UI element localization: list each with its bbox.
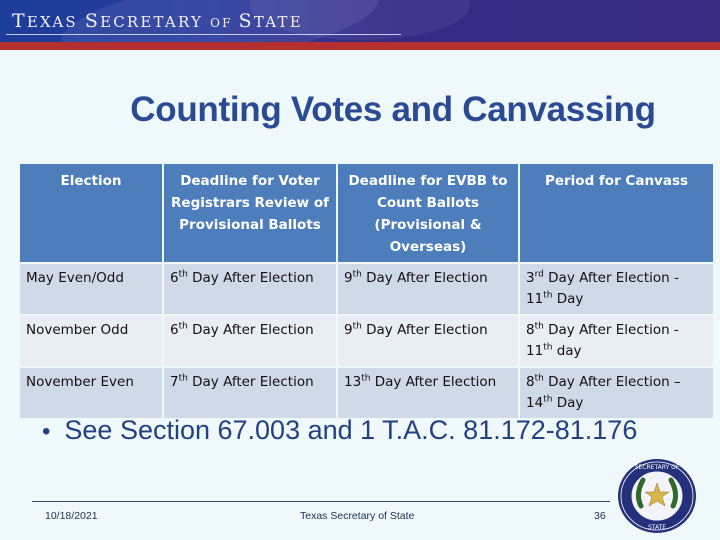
slide-number: 36: [594, 510, 606, 522]
slide-title: Counting Votes and Canvassing: [130, 90, 656, 129]
footer-date: 10/18/2021: [45, 510, 98, 522]
cell-evbb: 13th Day After Election: [338, 368, 518, 418]
cell-evbb: 9th Day After Election: [338, 264, 518, 314]
cell-canvass: 8th Day After Election - 11th day: [520, 316, 713, 366]
footer-divider: [32, 501, 610, 502]
cell-registrar: 6th Day After Election: [164, 264, 336, 314]
footer-organization: Texas Secretary of State: [300, 510, 415, 522]
header-banner: TEXAS SECRETARY OF STATE: [0, 0, 720, 42]
column-header-canvass-period: Period for Canvass: [520, 164, 713, 262]
table-row: May Even/Odd 6th Day After Election 9th …: [20, 264, 713, 314]
texas-seal-icon: SECRETARY OF STATE: [618, 459, 696, 533]
table-header-row: Election Deadline for Voter Registrars R…: [20, 164, 713, 262]
cell-evbb: 9th Day After Election: [338, 316, 518, 366]
cell-registrar: 6th Day After Election: [164, 316, 336, 366]
table-row: November Odd 6th Day After Election 9th …: [20, 316, 713, 366]
svg-text:STATE: STATE: [648, 524, 666, 531]
cell-canvass: 3rd Day After Election - 11th Day: [520, 264, 713, 314]
bullet-text: See Section 67.003 and 1 T.A.C. 81.172-8…: [64, 415, 638, 445]
cell-registrar: 7th Day After Election: [164, 368, 336, 418]
bullet-icon: •: [42, 418, 51, 445]
brand-title: TEXAS SECRETARY OF STATE: [12, 10, 303, 32]
header-stripe: [0, 42, 720, 50]
cell-election: November Odd: [20, 316, 162, 366]
deadlines-table: Election Deadline for Voter Registrars R…: [18, 162, 715, 420]
table-row: November Even 7th Day After Election 13t…: [20, 368, 713, 418]
column-header-election: Election: [20, 164, 162, 262]
bullet-point: • See Section 67.003 and 1 T.A.C. 81.172-…: [42, 415, 637, 446]
cell-election: November Even: [20, 368, 162, 418]
banner-divider: [6, 34, 401, 35]
cell-election: May Even/Odd: [20, 264, 162, 314]
svg-text:SECRETARY OF: SECRETARY OF: [635, 464, 680, 471]
cell-canvass: 8th Day After Election – 14th Day: [520, 368, 713, 418]
column-header-registrar-deadline: Deadline for Voter Registrars Review of …: [164, 164, 336, 262]
column-header-evbb-deadline: Deadline for EVBB to Count Ballots (Prov…: [338, 164, 518, 262]
